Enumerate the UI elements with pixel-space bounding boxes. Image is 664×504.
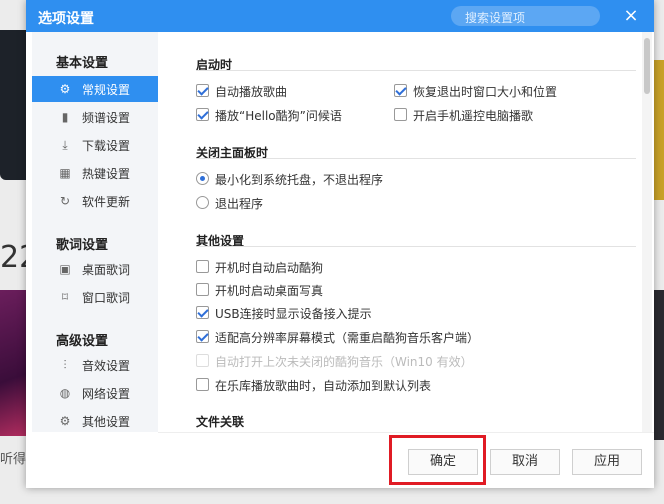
checkbox-box[interactable]: [394, 84, 407, 97]
radio-circle[interactable]: [196, 172, 209, 185]
radio-minimize-tray[interactable]: 最小化到系统托盘，不退出程序: [196, 170, 416, 188]
sidebar-group-basic: 基本设置: [56, 56, 109, 71]
download-icon: ⤓: [62, 138, 68, 152]
sidebar-item-label: 常规设置: [82, 83, 131, 97]
scrollbar-thumb[interactable]: [644, 38, 650, 94]
globe-icon: ◍: [59, 386, 71, 400]
checkbox-box[interactable]: [196, 306, 209, 319]
checkbox-box[interactable]: [394, 108, 407, 121]
sidebar-item-sound-effects[interactable]: ⫶ 音效设置: [32, 352, 158, 378]
checkbox-usb-prompt[interactable]: USB连接时显示设备接入提示: [196, 304, 436, 322]
sidebar-item-label: 频谱设置: [82, 111, 131, 125]
sidebar-item-label: 窗口歌词: [82, 291, 131, 305]
option-label: 开启手机遥控电脑播歌: [413, 109, 534, 123]
option-label: USB连接时显示设备接入提示: [215, 307, 372, 321]
keyboard-icon: ▦: [59, 166, 71, 180]
content-scrollbar[interactable]: [642, 32, 652, 432]
option-label: 最小化到系统托盘，不退出程序: [215, 173, 384, 187]
sidebar-group-advanced: 高级设置: [56, 334, 109, 349]
option-label: 恢复退出时窗口大小和位置: [413, 85, 558, 99]
settings-content: 启动时 自动播放歌曲 恢复退出时窗口大小和位置 播放“Hello酷狗”问候语 开…: [158, 32, 636, 432]
sidebar-item-label: 下载设置: [82, 139, 131, 153]
sidebar-item-network[interactable]: ◍ 网络设置: [32, 380, 158, 406]
checkbox-restore-window[interactable]: 恢复退出时窗口大小和位置: [394, 82, 594, 100]
option-label: 在乐库播放歌曲时，自动添加到默认列表: [215, 379, 432, 393]
option-label: 自动播放歌曲: [215, 85, 288, 99]
sidebar-item-general[interactable]: ⚙ 常规设置: [32, 76, 158, 102]
sidebar-item-label: 软件更新: [82, 195, 131, 209]
highlight-annotation: [389, 435, 486, 485]
desktop-lyrics-icon: ▣: [59, 262, 71, 276]
sidebar-item-label: 网络设置: [82, 387, 131, 401]
checkbox-box[interactable]: [196, 378, 209, 391]
checkbox-phone-remote[interactable]: 开启手机遥控电脑播歌: [394, 106, 594, 124]
sidebar-item-window-lyrics[interactable]: ⌑ 窗口歌词: [32, 284, 158, 310]
option-label: 退出程序: [215, 197, 264, 211]
sidebar-item-hotkey[interactable]: ▦ 热键设置: [32, 160, 158, 186]
background-caption: 听得: [0, 452, 27, 467]
equalizer-icon: ⫶: [63, 358, 67, 372]
background-album-art: [0, 30, 26, 180]
checkbox-box[interactable]: [196, 84, 209, 97]
sidebar-item-update[interactable]: ↻ 软件更新: [32, 188, 158, 214]
option-label: 开机时自动启动酷狗: [215, 261, 324, 275]
sidebar-item-label: 热键设置: [82, 167, 131, 181]
sidebar-item-label: 其他设置: [82, 415, 131, 429]
checkbox-box[interactable]: [196, 108, 209, 121]
sidebar-item-label: 桌面歌词: [82, 263, 131, 277]
option-label: 开机时启动桌面写真: [215, 284, 324, 298]
checkbox-box[interactable]: [196, 260, 209, 273]
dialog-title: 选项设置: [38, 11, 94, 27]
checkbox-autoplay[interactable]: 自动播放歌曲: [196, 82, 376, 100]
sidebar-item-desktop-lyrics[interactable]: ▣ 桌面歌词: [32, 256, 158, 282]
refresh-icon: ↻: [59, 194, 71, 208]
radio-exit-program[interactable]: 退出程序: [196, 194, 316, 212]
background-right-art: [654, 60, 664, 200]
sidebar-group-lyrics: 歌词设置: [56, 238, 109, 253]
settings-icon: ⚙: [59, 414, 71, 428]
sidebar-item-download[interactable]: ⤓ 下载设置: [32, 132, 158, 158]
checkbox-reopen-last: 自动打开上次未关闭的酷狗音乐（Win10 有效）: [196, 352, 516, 370]
section-divider: [196, 70, 636, 71]
settings-search-input[interactable]: 搜索设置项: [451, 6, 600, 26]
option-label: 自动打开上次未关闭的酷狗音乐（Win10 有效）: [215, 355, 473, 369]
section-title-file-assoc: 文件关联: [196, 415, 245, 429]
section-divider: [196, 246, 636, 247]
option-label: 播放“Hello酷狗”问候语: [215, 109, 342, 123]
background-album-art-2: [0, 290, 26, 436]
checkbox-high-dpi[interactable]: 适配高分辨率屏幕模式（需重启酷狗音乐客户端）: [196, 328, 516, 346]
window-lyrics-icon: ⌑: [61, 290, 69, 304]
checkbox-greeting[interactable]: 播放“Hello酷狗”问候语: [196, 106, 376, 124]
checkbox-box: [196, 354, 209, 367]
dialog-titlebar: 选项设置 搜索设置项 ×: [26, 0, 654, 32]
radio-circle[interactable]: [196, 196, 209, 209]
sidebar-item-other[interactable]: ⚙ 其他设置: [32, 408, 158, 434]
close-icon[interactable]: ×: [622, 7, 640, 25]
settings-sidebar: 基本设置 ⚙ 常规设置 ▮ 频谱设置 ⤓ 下载设置 ▦ 热键设置 ↻ 软件更新 …: [32, 32, 158, 432]
cancel-button[interactable]: 取消: [490, 449, 560, 475]
checkbox-desktop-portrait[interactable]: 开机时启动桌面写真: [196, 281, 396, 299]
section-divider: [196, 158, 636, 159]
options-dialog: 选项设置 搜索设置项 × 基本设置 ⚙ 常规设置 ▮ 频谱设置 ⤓ 下载设置 ▦…: [26, 0, 654, 488]
spectrum-icon: ▮: [61, 110, 69, 124]
gear-icon: ⚙: [59, 82, 71, 96]
checkbox-autostart[interactable]: 开机时自动启动酷狗: [196, 258, 396, 276]
checkbox-box[interactable]: [196, 330, 209, 343]
background-right-art-2: [654, 290, 664, 440]
sidebar-item-label: 音效设置: [82, 359, 131, 373]
checkbox-box[interactable]: [196, 283, 209, 296]
option-label: 适配高分辨率屏幕模式（需重启酷狗音乐客户端）: [215, 331, 480, 345]
sidebar-item-spectrum[interactable]: ▮ 频谱设置: [32, 104, 158, 130]
checkbox-auto-add-list[interactable]: 在乐库播放歌曲时，自动添加到默认列表: [196, 376, 516, 394]
apply-button[interactable]: 应用: [572, 449, 642, 475]
